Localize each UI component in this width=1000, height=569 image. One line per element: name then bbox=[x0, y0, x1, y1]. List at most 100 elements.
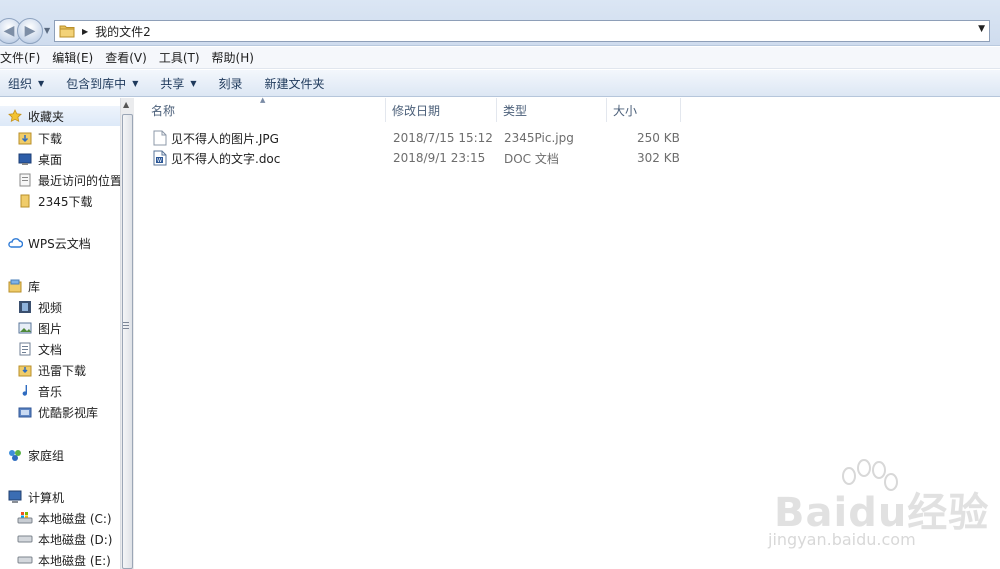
command-bar: 组织 ▼ 包含到库中 ▼ 共享 ▼ 刻录 新建文件夹 bbox=[0, 70, 1000, 97]
picture-icon bbox=[17, 320, 33, 336]
navigation-pane: 收藏夹 下载 桌面 最近访问的位置 2345下载 WPS云文档 库 视频 图片 … bbox=[0, 98, 122, 569]
sidebar-item-downloads[interactable]: 下载 bbox=[0, 128, 62, 148]
sidebar-item-music[interactable]: 音乐 bbox=[0, 381, 62, 401]
xunlei-download-icon bbox=[17, 362, 33, 378]
organize-label: 组织 bbox=[8, 76, 33, 91]
desktop-icon bbox=[17, 151, 33, 167]
libraries-icon bbox=[7, 278, 23, 294]
forward-button[interactable]: ▶ bbox=[17, 18, 43, 44]
arrow-left-icon: ◀ bbox=[3, 23, 15, 39]
video-library-icon bbox=[17, 404, 33, 420]
sidebar-item-youku-library[interactable]: 优酷影视库 bbox=[0, 402, 98, 422]
address-box[interactable]: ▶ 我的文件2 ▼ bbox=[54, 20, 990, 42]
sidebar-item-homegroup[interactable]: 家庭组 bbox=[0, 445, 64, 465]
sidebar-item-xunlei-downloads[interactable]: 迅雷下载 bbox=[0, 360, 86, 380]
downloads-folder-icon bbox=[17, 130, 33, 146]
sidebar-label: 家庭组 bbox=[28, 448, 65, 463]
sidebar-item-drive-d[interactable]: 本地磁盘 (D:) bbox=[0, 529, 112, 549]
sidebar-label: 库 bbox=[28, 279, 41, 294]
sidebar-item-pictures[interactable]: 图片 bbox=[0, 318, 62, 338]
sidebar-label: 优酷影视库 bbox=[38, 405, 99, 420]
star-icon bbox=[7, 108, 23, 124]
include-in-library-button[interactable]: 包含到库中 ▼ bbox=[66, 75, 138, 92]
chevron-down-icon: ▼ bbox=[38, 78, 45, 88]
hard-drive-icon bbox=[17, 552, 33, 568]
sidebar-item-desktop[interactable]: 桌面 bbox=[0, 149, 62, 169]
menu-bar: 文件(F) 编辑(E) 查看(V) 工具(T) 帮助(H) bbox=[0, 47, 1000, 69]
sidebar-item-libraries[interactable]: 库 bbox=[0, 276, 40, 296]
sidebar-label: 文档 bbox=[38, 342, 63, 357]
file-type: DOC 文档 bbox=[504, 151, 559, 166]
menu-file[interactable]: 文件(F) bbox=[0, 49, 46, 66]
menu-edit[interactable]: 编辑(E) bbox=[52, 49, 99, 66]
menu-help[interactable]: 帮助(H) bbox=[212, 49, 260, 66]
arrow-right-icon: ▶ bbox=[24, 23, 36, 39]
sidebar-label: 最近访问的位置 bbox=[38, 173, 123, 188]
file-name: 见不得人的图片.JPG bbox=[171, 131, 279, 146]
navigation-pane-scrollbar[interactable]: ▲ bbox=[120, 98, 134, 569]
file-type: 2345Pic.jpg bbox=[504, 131, 574, 145]
sidebar-label: 迅雷下载 bbox=[38, 363, 87, 378]
column-header-type[interactable]: 类型 bbox=[497, 98, 607, 122]
watermark-url: jingyan.baidu.com bbox=[768, 530, 916, 549]
burn-button[interactable]: 刻录 bbox=[219, 75, 243, 92]
sidebar-label: 2345下载 bbox=[38, 194, 93, 209]
word-document-icon: W bbox=[153, 150, 167, 166]
sidebar-item-favorites[interactable]: 收藏夹 bbox=[0, 106, 120, 126]
computer-icon bbox=[7, 489, 23, 505]
new-folder-button[interactable]: 新建文件夹 bbox=[265, 75, 325, 92]
cloud-icon bbox=[7, 235, 23, 251]
breadcrumb-arrow-icon[interactable]: ▶ bbox=[82, 27, 88, 36]
menu-tools[interactable]: 工具(T) bbox=[159, 49, 206, 66]
recent-pages-dropdown[interactable]: ▼ bbox=[44, 26, 50, 35]
sidebar-item-drive-e[interactable]: 本地磁盘 (E:) bbox=[0, 550, 111, 569]
breadcrumb-current-folder[interactable]: 我的文件2 bbox=[95, 23, 151, 40]
sidebar-item-wps-cloud[interactable]: WPS云文档 bbox=[0, 233, 91, 253]
sidebar-item-2345-downloads[interactable]: 2345下载 bbox=[0, 191, 93, 211]
file-date: 2018/7/15 15:12 bbox=[393, 131, 493, 145]
sidebar-item-documents[interactable]: 文档 bbox=[0, 339, 62, 359]
scroll-up-arrow-icon[interactable]: ▲ bbox=[123, 100, 129, 109]
music-note-icon bbox=[17, 383, 33, 399]
address-bar-area: ◀ ▶ ▼ ▶ 我的文件2 ▼ bbox=[0, 0, 1000, 46]
document-icon bbox=[17, 341, 33, 357]
file-name: 见不得人的文字.doc bbox=[171, 151, 281, 166]
column-header-date-modified[interactable]: 修改日期 bbox=[386, 98, 497, 122]
column-header-size[interactable]: 大小 bbox=[607, 98, 681, 122]
film-icon bbox=[17, 299, 33, 315]
recent-places-icon bbox=[17, 172, 33, 188]
sidebar-item-recent-places[interactable]: 最近访问的位置 bbox=[0, 170, 122, 190]
hard-drive-icon bbox=[17, 531, 33, 547]
svg-text:W: W bbox=[157, 158, 162, 164]
share-button[interactable]: 共享 ▼ bbox=[160, 75, 196, 92]
chevron-down-icon: ▼ bbox=[190, 78, 197, 88]
share-label: 共享 bbox=[160, 76, 185, 91]
file-date: 2018/9/1 23:15 bbox=[393, 151, 486, 165]
file-size: 302 KB bbox=[637, 151, 680, 165]
table-row[interactable]: W 见不得人的文字.doc 2018/9/1 23:15 DOC 文档 302 … bbox=[149, 148, 709, 168]
address-history-dropdown[interactable]: ▼ bbox=[978, 24, 985, 34]
homegroup-icon bbox=[7, 447, 23, 463]
sidebar-item-drive-c[interactable]: 本地磁盘 (C:) bbox=[0, 508, 112, 528]
sidebar-label: 本地磁盘 (C:) bbox=[38, 511, 112, 526]
sidebar-label: 视频 bbox=[38, 300, 63, 315]
sidebar-label: 下载 bbox=[38, 131, 63, 146]
system-drive-icon bbox=[17, 510, 33, 526]
scrollbar-thumb[interactable] bbox=[122, 114, 133, 569]
sidebar-label: 本地磁盘 (D:) bbox=[38, 532, 113, 547]
sidebar-item-videos[interactable]: 视频 bbox=[0, 297, 62, 317]
column-header-name[interactable]: 名称 bbox=[145, 98, 386, 122]
include-library-label: 包含到库中 bbox=[66, 76, 127, 91]
scrollbar-grip-icon bbox=[123, 322, 129, 329]
sidebar-label: 桌面 bbox=[38, 152, 63, 167]
folder-icon bbox=[17, 193, 33, 209]
menu-view[interactable]: 查看(V) bbox=[105, 49, 153, 66]
chevron-down-icon: ▼ bbox=[132, 78, 139, 88]
sidebar-item-computer[interactable]: 计算机 bbox=[0, 487, 64, 507]
folder-icon bbox=[59, 25, 75, 38]
sidebar-label: 本地磁盘 (E:) bbox=[38, 553, 111, 568]
sidebar-label: 计算机 bbox=[28, 490, 65, 505]
table-row[interactable]: 见不得人的图片.JPG 2018/7/15 15:12 2345Pic.jpg … bbox=[149, 128, 709, 148]
organize-button[interactable]: 组织 ▼ bbox=[8, 75, 44, 92]
sidebar-label: 收藏夹 bbox=[28, 109, 65, 124]
